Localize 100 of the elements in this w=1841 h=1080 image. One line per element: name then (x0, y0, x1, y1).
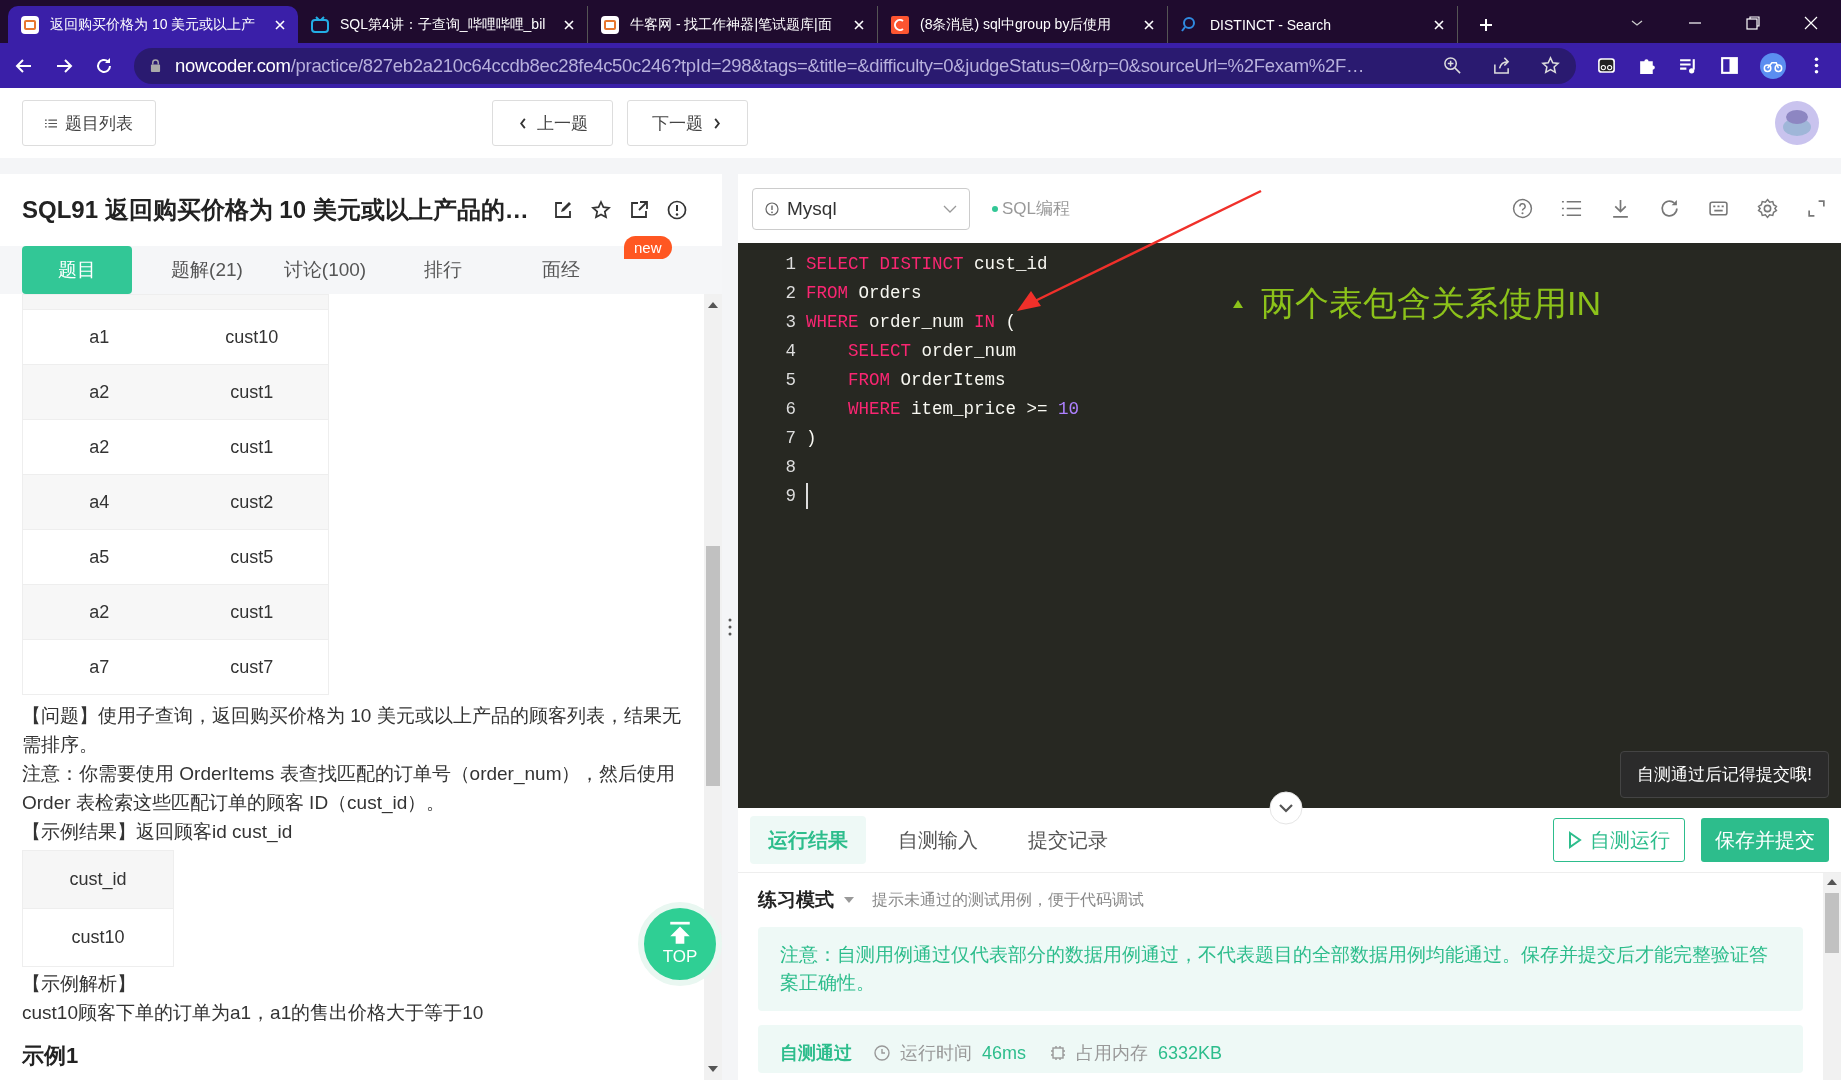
site-icon (20, 14, 40, 35)
paragraph: cust10顾客下单的订单为a1，a1的售出价格大于等于10 (22, 1001, 485, 1025)
chip-icon (1050, 1045, 1066, 1061)
scroll-up-icon[interactable] (1827, 879, 1837, 885)
restore-icon[interactable] (1745, 15, 1761, 31)
problem-tab[interactable]: 题解(21) (148, 246, 266, 294)
browser-tab[interactable]: 返回购买价格为 10 美元或以上产 (8, 6, 298, 43)
problem-tab[interactable]: 面经 (502, 246, 620, 294)
notice-message: 注意：自测用例通过仅代表部分的数据用例通过，不代表题目的全部数据用例均能通过。保存并提交后才能完整验证答案正确性。 (758, 927, 1803, 1011)
chevron-right-icon (711, 117, 723, 129)
fullscreen-icon[interactable] (1806, 198, 1827, 219)
list-icon[interactable] (1561, 198, 1582, 219)
result-status: 自测通过 (780, 1042, 852, 1065)
sidebar-icon[interactable] (1719, 55, 1740, 76)
tv-icon (310, 14, 330, 35)
chevron-left-icon (517, 117, 529, 129)
keyboard-icon[interactable] (1708, 198, 1729, 219)
star-icon[interactable] (590, 200, 611, 220)
tab-title: 返回购买价格为 10 美元或以上产 (50, 15, 257, 34)
memory-value: 6332KB (1158, 1042, 1223, 1064)
tooltip: 自测通过后记得提交哦! (1620, 751, 1829, 798)
section-label: 【示例解析】 (22, 972, 137, 996)
zoom-icon[interactable] (1443, 56, 1462, 75)
code-line: ) (806, 427, 817, 448)
code-line: SELECT DISTINCT cust_id (806, 253, 1048, 274)
play-icon (1568, 831, 1582, 849)
problem-tab[interactable]: 排行 (384, 246, 502, 294)
table-cell-text: cust1 (229, 601, 275, 623)
table-cell-text: cust2 (229, 491, 275, 513)
arrow-up-icon (667, 921, 693, 947)
table-cell-text: cust10 (224, 326, 280, 348)
help-icon[interactable] (1512, 198, 1533, 219)
close-icon[interactable] (1803, 15, 1819, 31)
table-cell-text: cust1 (229, 436, 275, 458)
table-cell-text: a2 (88, 601, 111, 623)
close-icon[interactable] (853, 18, 865, 31)
tab-title: DISTINCT - Search (1210, 16, 1333, 33)
chevron-down-icon (943, 204, 957, 213)
extension-icon[interactable] (1596, 55, 1617, 76)
scrollbar-thumb[interactable] (706, 546, 720, 786)
previous-button[interactable]: 上一题 (492, 100, 613, 146)
address-field[interactable]: nowcoder.com/practice/827eb2a210c64ccdb8ec28fe4c50c246?tpId=298&tags=&title=&difficulty=0&judgeStatus=0&rp=0&sourceUrl=%2Fexam%2F… (134, 47, 1576, 84)
problem-tab[interactable]: 讨论(100) (266, 246, 384, 294)
avatar-icon[interactable] (1775, 101, 1819, 145)
close-icon[interactable] (274, 18, 286, 31)
scroll-down-icon[interactable] (708, 1066, 718, 1072)
result-tab[interactable]: 自测输入 (880, 816, 996, 864)
table-cell-text: a7 (88, 656, 111, 678)
line-number: 6 (784, 398, 797, 419)
table-header-cell: cust_id (23, 851, 173, 908)
language-select[interactable]: Mysql (752, 187, 970, 230)
edit-icon[interactable] (552, 200, 573, 220)
profile-icon[interactable] (1760, 52, 1786, 79)
reset-icon[interactable] (1659, 198, 1680, 219)
code-line: SELECT order_num (847, 340, 1017, 361)
runtime-value: 46ms (982, 1042, 1026, 1064)
mode-select[interactable]: 练习模式 (758, 887, 834, 913)
table-cell-text: a4 (88, 491, 111, 513)
code-line: WHERE order_num IN ( (806, 311, 1017, 332)
share-icon[interactable] (1492, 56, 1511, 75)
drag-handle-icon[interactable] (728, 617, 732, 637)
external-link-icon[interactable] (628, 200, 649, 220)
site-icon (600, 14, 620, 35)
status-dot-icon (992, 205, 998, 212)
tab-title: 牛客网 - 找工作神器|笔试题库|面 (630, 15, 833, 34)
line-number: 3 (784, 311, 797, 332)
runtime-label: 运行时间 (900, 1042, 972, 1065)
line-number: 7 (784, 427, 797, 448)
close-icon[interactable] (563, 18, 575, 31)
code-editor[interactable]: 1 SELECT DISTINCT cust_id 2 FROM Orders 3 WHERE order_num IN ( 4 SELECT order_num 5 FROM OrderItems 6 WHERE item_price >= 10 7 ) 8 9 两个表包含关系使用IN 自测通过后记得提交哦! (738, 243, 1841, 808)
table-cell-text: a1 (88, 326, 111, 348)
next-button[interactable]: 下一题 (627, 100, 748, 146)
info-icon[interactable] (666, 200, 687, 220)
line-number: 9 (784, 485, 797, 506)
scrollbar-thumb[interactable] (1825, 893, 1839, 953)
code-line: FROM Orders (806, 282, 922, 303)
close-icon[interactable] (1143, 18, 1155, 31)
paragraph: 注意：你需要使用 OrderItems 表查找匹配的订单号（order_num），然后使用Order 表检索这些匹配订单的顾客 ID（cust_id）。 (22, 762, 677, 816)
table-cell-text: cust1 (229, 381, 275, 403)
list-icon (45, 117, 57, 129)
memory-label: 占用内存 (1076, 1042, 1148, 1065)
result-tab[interactable]: 提交记录 (1010, 816, 1126, 864)
table-cell-text: cust5 (229, 546, 275, 568)
caret-icon[interactable] (844, 897, 854, 903)
code-line: FROM OrderItems (847, 369, 1006, 390)
table-cell-text: cust7 (229, 656, 275, 678)
new-badge: new (624, 236, 672, 259)
collapse-icon[interactable] (1269, 791, 1303, 825)
line-number: 8 (784, 456, 797, 477)
scroll-up-icon[interactable] (708, 302, 718, 308)
line-number: 4 (784, 340, 797, 361)
plus-icon[interactable] (1478, 17, 1494, 33)
code-line: WHERE item_price >= 10 (847, 398, 1080, 419)
problem-list-button[interactable]: 题目列表 (22, 100, 156, 146)
info-icon (765, 201, 779, 216)
download-icon[interactable] (1610, 198, 1631, 219)
category-tag: SQL编程 (1002, 197, 1071, 220)
settings-icon[interactable] (1757, 198, 1778, 219)
close-icon[interactable] (1433, 18, 1445, 31)
lock-icon (150, 59, 161, 72)
